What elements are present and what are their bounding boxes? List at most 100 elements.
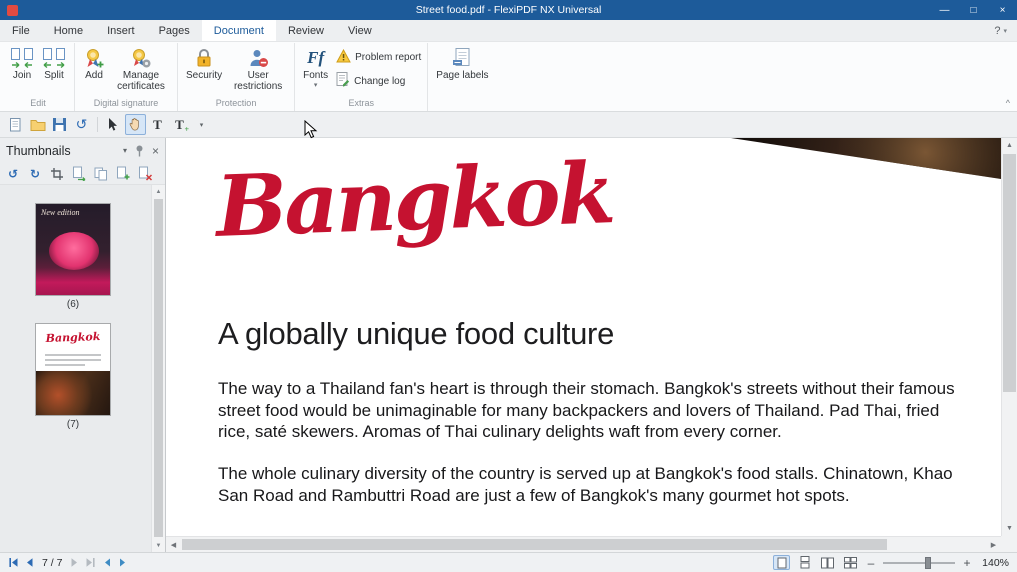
- last-page-icon[interactable]: [85, 557, 96, 568]
- rotate-right-icon[interactable]: ↻: [27, 166, 43, 182]
- save-icon[interactable]: [49, 114, 70, 135]
- hand-tool-icon[interactable]: [125, 114, 146, 135]
- panel-title: Thumbnails: [6, 143, 71, 158]
- certificate-add-icon: [83, 46, 105, 69]
- previous-page-icon[interactable]: [25, 557, 34, 568]
- thumbnail-page-7[interactable]: Bangkok (7): [34, 323, 112, 430]
- restore-button[interactable]: □: [959, 0, 988, 20]
- toolbar-overflow-icon[interactable]: ▾: [191, 114, 212, 135]
- continuous-facing-view-icon[interactable]: [842, 555, 859, 570]
- group-label-protection: Protection: [215, 98, 257, 108]
- facing-pages-view-icon[interactable]: [819, 555, 836, 570]
- fonts-button[interactable]: Ff Fonts ▾: [299, 43, 332, 90]
- ribbon-tabbar: File Home Insert Pages Document Review V…: [0, 20, 1017, 42]
- previous-view-icon[interactable]: [102, 557, 112, 568]
- page-icon[interactable]: [5, 114, 26, 135]
- add-signature-button[interactable]: Add: [79, 43, 109, 81]
- horizontal-scrollbar-thumb[interactable]: [182, 539, 887, 550]
- zoom-slider-thumb[interactable]: [924, 556, 931, 569]
- scroll-right-icon[interactable]: ▶: [986, 537, 1001, 552]
- help-menu[interactable]: ? ▾: [994, 20, 1017, 41]
- page-labels-icon: [451, 46, 473, 69]
- delete-page-icon[interactable]: [137, 166, 153, 182]
- thumbnail-image-7[interactable]: Bangkok: [35, 323, 111, 416]
- join-button[interactable]: Join: [6, 43, 38, 81]
- next-page-icon[interactable]: [70, 557, 79, 568]
- scrollbar-corner: [1001, 536, 1017, 552]
- next-view-icon[interactable]: [118, 557, 128, 568]
- group-label-extras: Extras: [348, 98, 374, 108]
- zoom-out-button[interactable]: –: [865, 556, 877, 570]
- vertical-scrollbar-thumb[interactable]: [1003, 154, 1016, 392]
- manage-certificates-button[interactable]: Manage certificates: [109, 43, 173, 92]
- pin-icon[interactable]: [135, 145, 144, 157]
- continuous-view-icon[interactable]: [796, 555, 813, 570]
- zoom-in-button[interactable]: +: [961, 556, 973, 570]
- crop-icon[interactable]: [49, 166, 65, 182]
- vertical-scrollbar[interactable]: ▲ ▼: [1001, 138, 1017, 536]
- padlock-icon: [193, 46, 215, 69]
- problem-report-button[interactable]: Problem report: [336, 48, 421, 66]
- tab-view[interactable]: View: [336, 20, 384, 41]
- document-paragraph-2[interactable]: The whole culinary diversity of the coun…: [218, 463, 974, 506]
- collapse-ribbon-button[interactable]: ^: [1006, 98, 1010, 108]
- thumbnails-toolbar: ↺ ↻: [0, 163, 165, 184]
- select-tool-icon[interactable]: [103, 114, 124, 135]
- split-button[interactable]: Split: [38, 43, 70, 81]
- copy-page-icon[interactable]: [93, 166, 109, 182]
- panel-scrollbar[interactable]: ▲ ▼: [151, 185, 165, 552]
- thumbnail-6-caption: New edition: [41, 208, 80, 217]
- tab-file[interactable]: File: [0, 20, 42, 41]
- user-restrictions-button[interactable]: User restrictions: [226, 43, 290, 92]
- tab-review[interactable]: Review: [276, 20, 336, 41]
- zoom-slider[interactable]: [883, 556, 955, 569]
- scroll-left-icon[interactable]: ◀: [166, 537, 181, 552]
- scroll-up-icon[interactable]: ▲: [152, 185, 165, 198]
- first-page-icon[interactable]: [8, 557, 19, 568]
- open-folder-icon[interactable]: [27, 114, 48, 135]
- rotate-left-icon[interactable]: ↺: [5, 166, 21, 182]
- thumbnail-image-6[interactable]: New edition: [35, 203, 111, 296]
- chevron-down-icon: ▾: [1003, 27, 1007, 35]
- group-label-edit: Edit: [30, 98, 46, 108]
- tab-pages[interactable]: Pages: [147, 20, 202, 41]
- tab-home[interactable]: Home: [42, 20, 95, 41]
- tab-document[interactable]: Document: [201, 20, 276, 41]
- document-heading[interactable]: A globally unique food culture: [218, 316, 614, 352]
- toolbar-separator: [97, 117, 98, 132]
- extract-page-icon[interactable]: [71, 166, 87, 182]
- window-controls: — □ ×: [930, 0, 1017, 20]
- thumbnail-page-6[interactable]: New edition (6): [34, 203, 112, 310]
- page-indicator: 7 / 7: [42, 556, 63, 569]
- app-logo-icon: [7, 4, 18, 16]
- thumbnail-label: (7): [66, 419, 80, 430]
- thumbnail-label: (6): [66, 299, 80, 310]
- scroll-down-icon[interactable]: ▼: [1002, 521, 1017, 536]
- change-log-button[interactable]: Change log: [336, 72, 421, 90]
- horizontal-scrollbar[interactable]: ◀ ▶: [166, 536, 1001, 552]
- undo-icon[interactable]: ↺: [71, 114, 92, 135]
- scroll-up-icon[interactable]: ▲: [1002, 138, 1017, 153]
- scroll-down-icon[interactable]: ▼: [152, 539, 165, 552]
- security-button[interactable]: Security: [182, 43, 226, 81]
- add-text-tool-icon[interactable]: T +: [169, 114, 190, 135]
- change-log-icon: [336, 72, 350, 90]
- insert-page-icon[interactable]: [115, 166, 131, 182]
- document-paragraph-1[interactable]: The way to a Thailand fan's heart is thr…: [218, 378, 974, 443]
- edit-text-tool-icon[interactable]: T: [147, 114, 168, 135]
- pdf-page[interactable]: Bangkok A globally unique food culture T…: [166, 138, 1001, 536]
- panel-scrollbar-thumb[interactable]: [154, 199, 163, 537]
- fonts-icon: Ff: [307, 47, 325, 67]
- page-labels-button[interactable]: Page labels: [432, 43, 492, 81]
- thumbnails-panel: Thumbnails ▾ × ↺ ↻ New edition (6) Bangk…: [0, 138, 166, 552]
- single-page-view-icon[interactable]: [773, 555, 790, 570]
- ribbon-group-edit: Join Split Edit: [2, 43, 75, 111]
- close-button[interactable]: ×: [988, 0, 1017, 20]
- panel-close-icon[interactable]: ×: [152, 144, 159, 158]
- panel-menu-chevron-icon[interactable]: ▾: [123, 146, 127, 155]
- ribbon: Join Split Edit Add Manage certificates …: [0, 42, 1017, 112]
- user-restrictions-icon: [247, 46, 269, 69]
- bangkok-title[interactable]: Bangkok: [214, 143, 614, 256]
- tab-insert[interactable]: Insert: [95, 20, 147, 41]
- minimize-button[interactable]: —: [930, 0, 959, 20]
